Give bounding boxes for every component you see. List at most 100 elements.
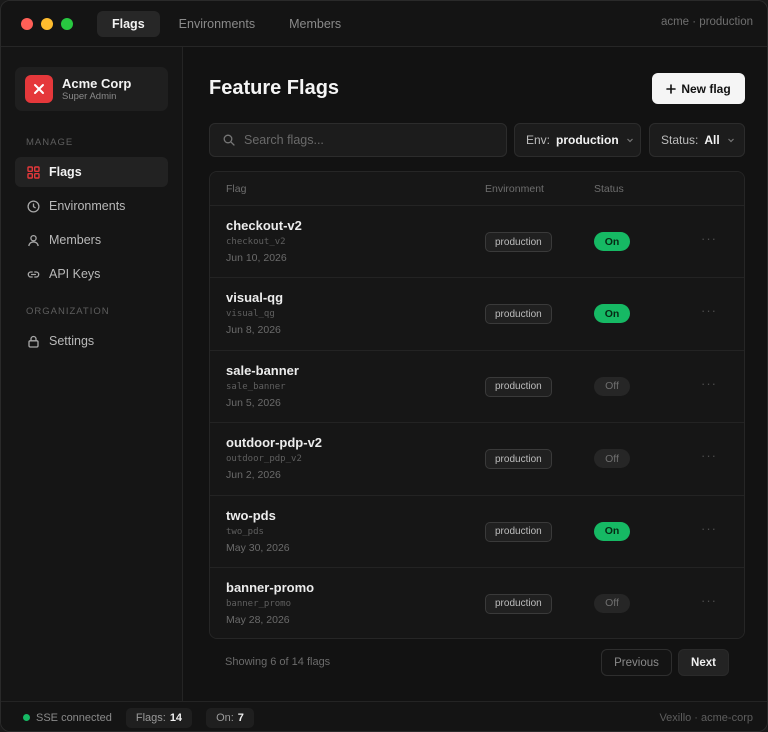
- flag-date: May 30, 2026: [226, 541, 290, 554]
- search-box[interactable]: [209, 123, 507, 157]
- plus-icon: [666, 83, 677, 94]
- sidebar-item-settings[interactable]: Settings: [15, 326, 168, 356]
- on-count-value: 7: [237, 711, 244, 724]
- sse-status: SSE connected: [23, 712, 112, 724]
- maximize-window-button[interactable]: [61, 17, 73, 30]
- environment-badge: production: [485, 376, 552, 397]
- flag-date: Jun 5, 2026: [226, 396, 281, 409]
- environment-badge: production: [485, 593, 552, 614]
- sidebar-item-label: Environments: [49, 199, 126, 213]
- tab-members[interactable]: Members: [274, 11, 356, 37]
- flag-name: visual-qg: [226, 290, 284, 306]
- flag-date: Jun 8, 2026: [226, 324, 281, 337]
- table-row[interactable]: checkout-v2 checkout_v2 Jun 10, 2026 pro…: [210, 206, 744, 279]
- more-options-icon[interactable]: ···: [701, 231, 717, 246]
- sidebar-item-environments[interactable]: Environments: [15, 191, 168, 221]
- status-toggle[interactable]: Off: [594, 449, 630, 469]
- workspace-context: acme · production: [660, 16, 753, 28]
- sse-status-label: SSE connected: [36, 711, 112, 724]
- env-filter-select[interactable]: Env: production: [514, 123, 641, 157]
- previous-page-button[interactable]: Previous: [601, 649, 672, 676]
- column-header-flag: Flag: [226, 183, 247, 195]
- status-toggle[interactable]: On: [594, 304, 630, 324]
- org-name: Acme Corp: [62, 75, 132, 91]
- table-row[interactable]: two-pds two_pds May 30, 2026 production …: [210, 495, 744, 568]
- flag-key: checkout_v2: [226, 237, 286, 247]
- tab-flags[interactable]: Flags: [97, 10, 160, 37]
- minimize-window-button[interactable]: [41, 17, 53, 30]
- more-options-icon[interactable]: ···: [701, 448, 717, 463]
- clock-icon: [26, 199, 40, 213]
- more-options-icon[interactable]: ···: [701, 376, 717, 391]
- on-count-label: On:: [216, 711, 234, 724]
- table-header: Flag Environment Status: [210, 172, 744, 206]
- flag-name: sale-banner: [226, 362, 299, 378]
- status-filter-value: All: [704, 133, 720, 147]
- x-icon: [34, 84, 44, 94]
- flag-name: checkout-v2: [226, 218, 302, 233]
- sidebar-item-label: Settings: [49, 334, 95, 348]
- env-filter-label: Env:: [526, 133, 551, 147]
- table-row[interactable]: banner-promo banner_promo May 28, 2026 p…: [210, 567, 744, 638]
- table-row[interactable]: visual-qg visual_qg Jun 8, 2026 producti…: [210, 278, 744, 351]
- sidebar-item-label: Members: [49, 233, 102, 247]
- org-role: Super Admin: [62, 90, 117, 102]
- sidebar-item-members[interactable]: Members: [15, 225, 168, 255]
- chevron-down-icon: [727, 138, 734, 143]
- grid-icon: [26, 165, 40, 179]
- flag-key: visual_qg: [226, 309, 275, 320]
- search-input[interactable]: [244, 133, 494, 147]
- flag-name: two-pds: [226, 507, 276, 523]
- brand-label: Vexillo · acme-corp: [659, 712, 753, 724]
- org-switcher[interactable]: Acme Corp Super Admin: [15, 67, 168, 111]
- flag-date: May 28, 2026: [226, 613, 290, 626]
- flag-name: banner-promo: [226, 579, 315, 595]
- more-options-icon[interactable]: ···: [701, 593, 717, 608]
- top-tabs: Flags Environments Members: [97, 10, 356, 37]
- environment-badge: production: [485, 521, 552, 542]
- sidebar-item-label: API Keys: [49, 267, 101, 281]
- flag-name: outdoor-pdp-v2: [226, 435, 323, 451]
- status-toggle[interactable]: On: [594, 232, 630, 251]
- connected-dot-icon: [23, 714, 30, 721]
- flags-count-value: 14: [169, 711, 183, 724]
- search-icon: [223, 134, 235, 146]
- environment-badge: production: [485, 232, 552, 252]
- page-title: Feature Flags: [209, 77, 340, 99]
- status-toggle[interactable]: On: [594, 521, 630, 541]
- flags-count-chip: Flags: 14: [125, 707, 193, 728]
- status-filter-label: Status:: [661, 133, 699, 147]
- next-page-button[interactable]: Next: [678, 649, 729, 676]
- flag-date: Jun 2, 2026: [226, 469, 281, 482]
- status-toggle[interactable]: Off: [594, 376, 630, 396]
- more-options-icon[interactable]: ···: [701, 521, 717, 536]
- flags-count-label: Flags:: [135, 711, 166, 724]
- flag-key: banner_promo: [226, 598, 292, 609]
- table-row[interactable]: sale-banner sale_banner Jun 5, 2026 prod…: [210, 350, 744, 424]
- sidebar-item-api-keys[interactable]: API Keys: [15, 259, 168, 289]
- title-bar: Flags Environments Members acme · produc…: [1, 1, 767, 47]
- status-filter-select[interactable]: Status: All: [649, 123, 745, 157]
- column-header-status: Status: [594, 183, 624, 195]
- table-row[interactable]: outdoor-pdp-v2 outdoor_pdp_v2 Jun 2, 202…: [210, 423, 744, 496]
- environment-badge: production: [485, 449, 552, 470]
- section-label-manage: MANAGE: [26, 137, 74, 148]
- section-label-organization: ORGANIZATION: [26, 306, 110, 317]
- flag-date: Jun 10, 2026: [226, 252, 287, 264]
- org-logo: [25, 75, 53, 103]
- flag-key: two_pds: [226, 526, 264, 537]
- main-content: Feature Flags New flag Env: production S…: [183, 47, 767, 701]
- sidebar-item-flags[interactable]: Flags: [15, 157, 168, 187]
- new-flag-button[interactable]: New flag: [652, 73, 745, 104]
- flags-table: Flag Environment Status checkout-v2 chec…: [209, 171, 745, 639]
- env-filter-value: production: [556, 133, 619, 147]
- flag-key: outdoor_pdp_v2: [226, 454, 302, 465]
- link-icon: [26, 267, 40, 281]
- app-window: Flags Environments Members acme · produc…: [0, 0, 768, 732]
- more-options-icon[interactable]: ···: [701, 303, 717, 318]
- status-toggle[interactable]: Off: [594, 593, 630, 613]
- close-window-button[interactable]: [21, 17, 33, 30]
- tab-environments[interactable]: Environments: [164, 11, 270, 37]
- flag-key: sale_banner: [226, 381, 286, 392]
- lock-icon: [26, 334, 40, 348]
